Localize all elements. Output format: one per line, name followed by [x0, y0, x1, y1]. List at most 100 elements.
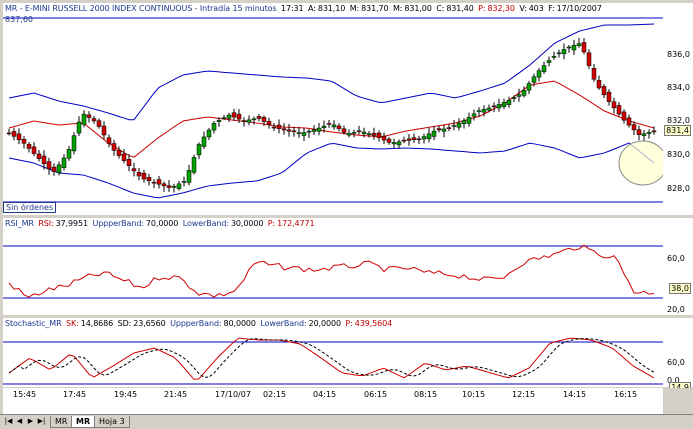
candle-body: [561, 49, 567, 55]
tab-hoja-3[interactable]: Hoja 3: [94, 416, 130, 428]
candle-body: [86, 114, 92, 118]
candle-body: [541, 65, 547, 72]
price-chart-pane[interactable]: MR - E-MINI RUSSELL 2000 INDEX CONTINUOU…: [3, 3, 663, 215]
low-value: 831,00: [404, 4, 432, 13]
candle-body: [396, 141, 402, 146]
sk-value: 14,8686: [80, 319, 114, 328]
candle-body: [626, 117, 632, 126]
prev-sheet-icon[interactable]: ◀: [15, 417, 24, 426]
candle-body: [26, 144, 32, 149]
candle-body: [76, 121, 82, 134]
candle-body: [306, 130, 312, 133]
rsi-tick-label: 20,0: [667, 305, 685, 314]
time-label: 17:45: [63, 390, 87, 399]
candle-body: [231, 112, 237, 118]
tab-mr-1[interactable]: MR: [50, 416, 73, 428]
candle-body: [121, 153, 127, 161]
candle-body: [596, 80, 602, 89]
candle-body: [356, 130, 362, 133]
candle-body: [451, 125, 457, 127]
candle-body: [651, 130, 657, 133]
candle-body: [411, 137, 417, 140]
time-axis: 15:45 17:45 19:45 21:45 17/10/07 02:15 0…: [3, 388, 663, 414]
candle-body: [251, 118, 257, 121]
corner-box: [663, 388, 693, 414]
candle-body: [586, 52, 592, 66]
stochastic-pane[interactable]: Stochastic_MR SK: 14,8686 SD: 23,6560 Uppp…: [3, 318, 663, 387]
candle-body: [476, 110, 482, 113]
next-sheet-icon[interactable]: ▶: [26, 417, 35, 426]
candle-body: [176, 183, 182, 189]
rsi-value: 37,9951: [55, 219, 88, 228]
candle-body: [631, 124, 637, 131]
candle-body: [551, 55, 557, 58]
time-label: 21:45: [164, 390, 188, 399]
stochastic-header: Stochastic_MR SK: 14,8686 SD: 23,6560 Uppp…: [5, 319, 393, 328]
candle-body: [256, 116, 262, 119]
candle-body: [266, 120, 272, 125]
candle-body: [426, 133, 432, 140]
candle-body: [21, 139, 27, 144]
price-axis: 836,0 834,0 832,0 830,0 828,0 831,4: [663, 3, 693, 215]
no-orders-button[interactable]: Sin órdenes: [3, 202, 57, 213]
rsi-tag: 38,0: [669, 283, 691, 294]
candle-body: [146, 177, 152, 182]
price-tick-label: 832,0: [667, 116, 690, 125]
close-value: 831,40: [446, 4, 474, 13]
symbol-label: MR - E-MINI RUSSELL 2000 INDEX CONTINUOU…: [5, 4, 277, 13]
price-tick-label: 830,0: [667, 150, 690, 159]
candle-body: [286, 129, 292, 132]
last-sheet-icon[interactable]: ▶|: [37, 417, 46, 426]
candle-body: [131, 168, 137, 172]
candle-body: [646, 132, 652, 134]
first-sheet-icon[interactable]: |◀: [4, 417, 13, 426]
candle-body: [11, 131, 17, 137]
candle-body: [436, 128, 442, 131]
candle-body: [91, 118, 97, 122]
candle-body: [316, 127, 322, 132]
tab-mr-2[interactable]: MR: [71, 416, 96, 428]
candle-body: [511, 97, 517, 99]
candle-body: [421, 136, 427, 140]
candle-body: [236, 113, 242, 120]
time-value: 17:31: [280, 4, 304, 13]
candle-body: [216, 120, 222, 122]
highlight-circle: [618, 140, 663, 186]
date-value: 17/10/2007: [556, 4, 602, 13]
candle-body: [61, 157, 67, 168]
price-tick-label: 836,0: [667, 50, 690, 59]
candle-body: [171, 185, 177, 188]
candle-body: [336, 125, 342, 129]
candle-body: [566, 46, 572, 49]
candle-body: [546, 60, 552, 63]
candle-body: [606, 91, 612, 102]
candle-body: [151, 181, 157, 184]
time-label: 10:15: [462, 390, 486, 399]
candle-body: [526, 83, 532, 91]
candle-body: [101, 125, 107, 136]
candle-body: [376, 132, 382, 138]
candle-body: [136, 172, 142, 177]
time-label: 08:15: [414, 390, 438, 399]
candle-body: [241, 120, 247, 122]
candle-body: [371, 133, 377, 136]
candle-body: [431, 130, 437, 137]
upper-band-line: [8, 23, 655, 121]
candle-body: [501, 102, 507, 107]
candle-body: [391, 142, 397, 145]
candle-body: [406, 138, 412, 141]
candle-body: [456, 122, 462, 128]
candle-body: [591, 68, 597, 80]
candle-body: [56, 164, 62, 173]
candle-body: [201, 136, 207, 147]
candle-body: [381, 135, 387, 141]
candle-body: [601, 86, 607, 96]
candle-body: [126, 159, 132, 167]
candle-body: [81, 113, 87, 125]
candle-body: [366, 133, 372, 136]
time-label: 06:15: [364, 390, 388, 399]
rsi-pane[interactable]: RSI_MR RSI: 37,9951 UppperBand: 70,0000 Lo…: [3, 218, 663, 315]
candle-body: [496, 104, 502, 109]
candle-body: [71, 135, 77, 152]
candle-body: [556, 52, 562, 55]
